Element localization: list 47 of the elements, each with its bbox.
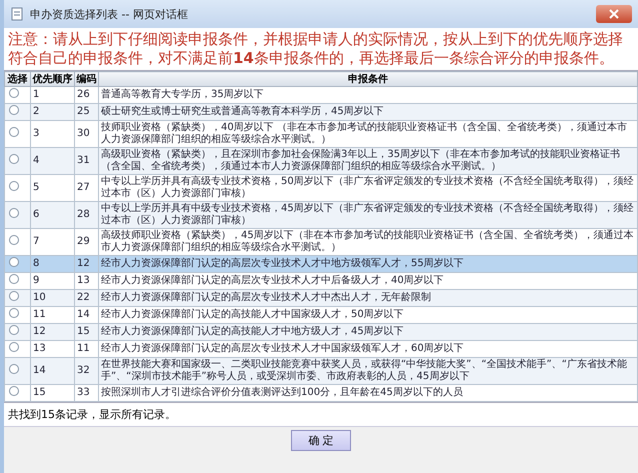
table-cell: 4 — [30, 148, 74, 174]
close-icon — [609, 9, 619, 19]
table-cell: 25 — [74, 104, 98, 120]
radio-button[interactable] — [9, 308, 19, 318]
page-icon — [10, 7, 24, 21]
table-cell: 经市人力资源保障部门认定的高层次专业技术人才中地方级领军人才，55周岁以下 — [98, 256, 638, 272]
radio-button[interactable] — [9, 342, 19, 352]
table-cell: 2 — [30, 104, 74, 120]
radio-button[interactable] — [9, 181, 19, 191]
table-cell: 14 — [30, 358, 74, 384]
window-title: 申办资质选择列表 -- 网页对话框 — [30, 6, 189, 22]
confirm-button[interactable]: 确 定 — [291, 430, 351, 451]
table-cell: 12 — [74, 256, 98, 272]
radio-button[interactable] — [9, 364, 19, 374]
table-cell: 6 — [30, 202, 74, 228]
table-cell: 中专以上学历并具有中级专业技术资格，45周岁以下（非广东省评定颁发的专业技术资格（不含经全国统考取得），须经过本市（区）人力资源部门审核） — [98, 202, 638, 228]
radio-button[interactable] — [9, 154, 19, 164]
radio-button[interactable] — [9, 208, 19, 218]
radio-button[interactable] — [9, 274, 19, 284]
table-cell: 12 — [30, 324, 74, 340]
radio-button[interactable] — [9, 291, 19, 301]
table-cell: 经市人力资源保障部门认定的高层次专业技术人才中杰出人才，无年龄限制 — [98, 290, 638, 306]
table-cell: 32 — [74, 358, 98, 384]
table-cell: 8 — [30, 256, 74, 272]
radio-button[interactable] — [9, 88, 19, 98]
status-text: 共找到15条记录，显示所有记录。 — [4, 402, 638, 426]
table-cell: 22 — [74, 290, 98, 306]
table-cell: 硕士研究生或博士研究生或普通高等教育本科学历，45周岁以下 — [98, 104, 638, 120]
table-cell: 高级职业资格（紧缺类），且在深圳市参加社会保险满3年以上，35周岁以下（非在本市参加考试的技能职业资格证书（含全国、全省统考类），须通过本市人力资源保障部门组织的相应等级综合水平测试。） — [98, 148, 638, 174]
radio-button[interactable] — [9, 325, 19, 335]
notice-text: 注意：请从上到下仔细阅读申报条件，并根据申请人的实际情况，按从上到下的优先顺序选择符合自己的申报条件，对不满足前14条申报条件的，再选择最后一条综合评分的申报条件。 — [4, 28, 638, 71]
radio-button[interactable] — [9, 386, 19, 396]
radio-button[interactable] — [9, 105, 19, 115]
column-header: 编码 — [74, 72, 98, 86]
column-header: 申报条件 — [98, 72, 638, 86]
radio-button[interactable] — [9, 235, 19, 245]
column-header: 选择 — [4, 72, 30, 86]
table-cell: 经市人力资源保障部门认定的高技能人才中地方级人才，45周岁以下 — [98, 324, 638, 340]
table-cell: 10 — [30, 290, 74, 306]
close-button[interactable] — [596, 5, 632, 23]
table-cell: 28 — [74, 202, 98, 228]
table-cell: 31 — [74, 148, 98, 174]
column-header: 优先顺序 — [30, 72, 74, 86]
radio-button[interactable] — [9, 127, 19, 137]
radio-button[interactable] — [9, 257, 19, 267]
table-cell: 15 — [74, 324, 98, 340]
table-cell: 在世界技能大赛和国家级一、二类职业技能竞赛中获奖人员，或获得“中华技能大奖”、“全国技术能手”、“广东省技术能手”、“深圳市技术能手”称号人员，或受深圳市委、市政府表彰的人员，45周岁以下 — [98, 358, 638, 384]
